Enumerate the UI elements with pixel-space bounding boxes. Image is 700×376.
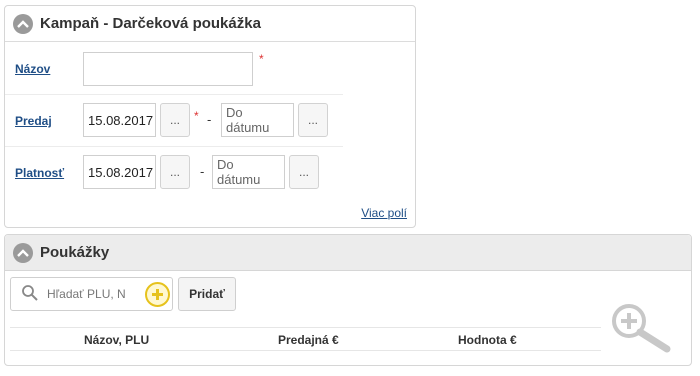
plus-circle-icon[interactable]	[145, 282, 170, 307]
campaign-panel-header[interactable]: Kampaň - Darčeková poukážka	[5, 6, 415, 42]
zoom-in-icon[interactable]	[607, 303, 677, 358]
validity-to-picker-button[interactable]: ...	[289, 155, 319, 189]
search-icon	[21, 284, 39, 305]
validity-row: Platnosť 15.08.2017 ... - Do dátumu ...	[5, 147, 343, 199]
search-placeholder: Hľadať PLU, N	[47, 287, 126, 301]
column-header-sale-price[interactable]: Predajná €	[278, 333, 339, 347]
sale-to-picker-button[interactable]: ...	[298, 103, 328, 137]
chevron-up-icon[interactable]	[13, 13, 33, 34]
required-mark: *	[194, 109, 199, 123]
validity-from-input[interactable]: 15.08.2017	[83, 155, 156, 189]
chevron-up-icon[interactable]	[13, 242, 33, 263]
sale-row: Predaj 15.08.2017 ... * - Do dátumu ...	[5, 95, 343, 147]
vouchers-title: Poukážky	[40, 244, 110, 261]
column-header-value[interactable]: Hodnota €	[458, 333, 517, 347]
name-label[interactable]: Názov	[15, 62, 50, 76]
sale-from-input[interactable]: 15.08.2017	[83, 103, 156, 137]
name-input[interactable]	[83, 52, 253, 86]
sale-from-picker-button[interactable]: ...	[160, 103, 190, 137]
vouchers-panel: Poukážky Hľadať PLU, N Pridať Názov, PLU…	[4, 234, 692, 366]
search-input[interactable]: Hľadať PLU, N	[10, 277, 173, 311]
vouchers-panel-header[interactable]: Poukážky	[5, 235, 691, 271]
required-mark: *	[259, 52, 264, 66]
more-fields-link[interactable]: Viac polí	[361, 206, 407, 220]
add-button[interactable]: Pridať	[178, 277, 236, 311]
sale-to-input[interactable]: Do dátumu	[221, 103, 294, 137]
range-separator: -	[200, 164, 205, 179]
validity-label[interactable]: Platnosť	[15, 166, 64, 180]
campaign-panel: Kampaň - Darčeková poukážka Názov * Pred…	[4, 5, 416, 228]
sale-label[interactable]: Predaj	[15, 114, 52, 128]
validity-to-input[interactable]: Do dátumu	[212, 155, 285, 189]
column-header-name[interactable]: Názov, PLU	[84, 333, 149, 347]
name-row: Názov *	[5, 43, 343, 95]
campaign-title: Kampaň - Darčeková poukážka	[40, 15, 261, 32]
range-separator: -	[207, 112, 212, 127]
validity-from-picker-button[interactable]: ...	[160, 155, 190, 189]
vouchers-table-header: Názov, PLU Predajná € Hodnota €	[10, 327, 601, 351]
